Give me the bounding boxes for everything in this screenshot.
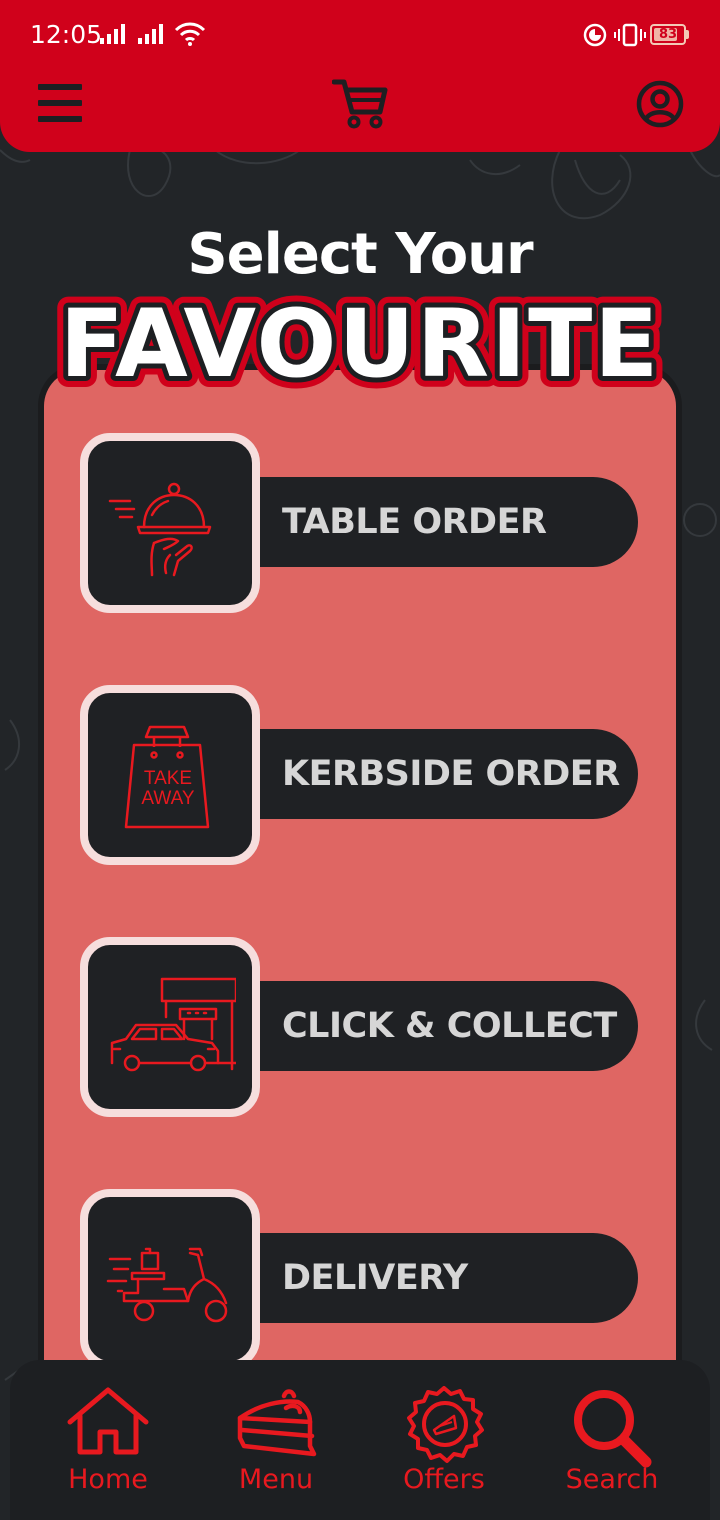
vibrate-icon [614, 23, 646, 47]
favourite-heading-fill: FAVOURITE [60, 290, 661, 398]
wifi-icon [174, 22, 206, 46]
status-bar: 12:05 83 [0, 0, 720, 70]
car-store-icon [110, 977, 236, 1072]
take-text: TAKE [144, 768, 192, 789]
signal-icon-2 [138, 24, 163, 44]
nav-label[interactable]: Menu [206, 1464, 346, 1495]
option-delivery[interactable]: DELIVERY [80, 1189, 640, 1369]
nav-label[interactable]: Offers [374, 1464, 514, 1495]
option-icon-box[interactable]: TAKE AWAY [80, 685, 260, 865]
status-time: 12:05 [30, 20, 103, 49]
user-profile-icon[interactable] [636, 80, 684, 128]
nav-offers[interactable]: Offers [374, 1378, 514, 1508]
battery-indicator: 83 [650, 24, 686, 45]
delivery-scooter-icon [106, 1247, 228, 1323]
favourite-heading: FAVOURITE FAVOURITE FAVOURITE [49, 288, 670, 398]
nav-label[interactable]: Home [38, 1464, 178, 1495]
option-label[interactable]: CLICK & COLLECT [282, 981, 617, 1071]
take-away-bag-icon: TAKE AWAY [124, 725, 210, 829]
bottom-navigation: Home Menu Offers Search [10, 1360, 710, 1520]
option-icon-box[interactable] [80, 1189, 260, 1369]
hamburger-menu-icon[interactable] [38, 84, 82, 122]
shopping-cart-icon[interactable] [332, 78, 388, 130]
signal-icon [100, 24, 125, 44]
offers-badge-icon [407, 1386, 484, 1463]
battery-tip [686, 30, 689, 39]
nav-menu[interactable]: Menu [206, 1378, 346, 1508]
focus-mode-icon [583, 23, 607, 47]
away-text: AWAY [141, 788, 194, 809]
option-icon-box[interactable] [80, 433, 260, 613]
option-label[interactable]: KERBSIDE ORDER [282, 729, 620, 819]
nav-label[interactable]: Search [542, 1464, 682, 1495]
app-header: 12:05 83 [0, 0, 720, 152]
home-icon [67, 1387, 149, 1455]
battery-percent: 83 [658, 27, 678, 42]
search-icon [574, 1390, 652, 1468]
option-label[interactable]: TABLE ORDER [282, 477, 547, 567]
option-kerbside-order[interactable]: KERBSIDE ORDER TAKE AWAY [80, 685, 640, 865]
option-click-collect[interactable]: CLICK & COLLECT [80, 937, 640, 1117]
option-icon-box[interactable] [80, 937, 260, 1117]
option-table-order[interactable]: TABLE ORDER [80, 433, 640, 613]
serving-cloche-icon [108, 482, 212, 577]
nav-search[interactable]: Search [542, 1378, 682, 1508]
nav-home[interactable]: Home [38, 1378, 178, 1508]
cake-slice-icon [237, 1389, 317, 1457]
page-title: Select Your [187, 222, 533, 287]
option-label[interactable]: DELIVERY [282, 1233, 468, 1323]
